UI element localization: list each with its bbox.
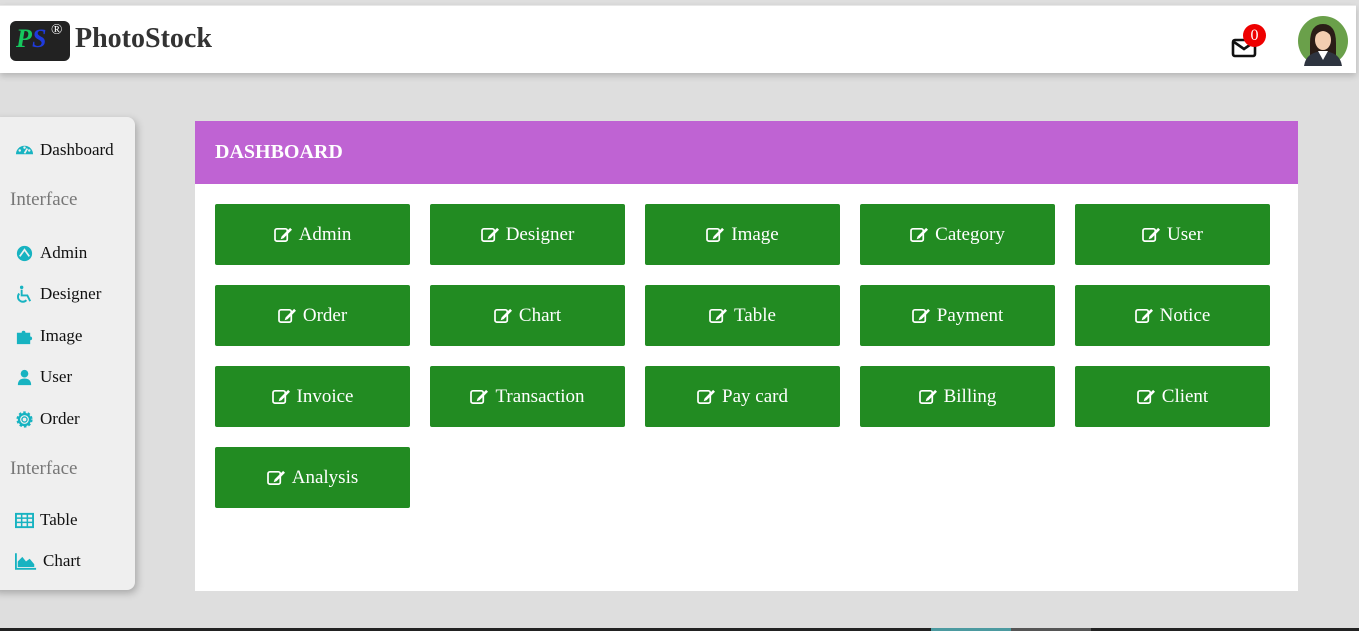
pay-card-button[interactable]: Pay card — [645, 366, 840, 427]
dashboard-panel: DASHBOARD Admin Designer Image Category User… — [195, 121, 1298, 591]
sidebar-item-label: Admin — [40, 243, 88, 262]
edit-icon — [470, 388, 489, 405]
edit-icon — [1142, 226, 1161, 243]
table-icon — [15, 512, 34, 528]
button-label: User — [1167, 223, 1203, 245]
sidebar-item-order[interactable]: Order — [15, 409, 80, 429]
edit-icon — [918, 388, 938, 405]
button-label: Chart — [518, 304, 562, 326]
sidebar-item-image[interactable]: Image — [15, 326, 82, 346]
billing-button[interactable]: Billing — [860, 366, 1055, 427]
user-icon — [17, 369, 32, 385]
notice-button[interactable]: Notice — [1075, 285, 1270, 346]
sidebar-item-dashboard[interactable]: Dashboard — [15, 140, 114, 160]
client-button[interactable]: Client — [1075, 366, 1270, 427]
button-label: Pay card — [722, 385, 788, 407]
edit-icon — [1134, 307, 1154, 324]
button-label: Billing — [943, 385, 997, 407]
page-title: DASHBOARD — [195, 121, 1298, 184]
notification-badge: 0 — [1243, 24, 1266, 47]
sidebar: Dashboard Interface Admin Designer Image… — [0, 117, 135, 590]
wheelchair-icon — [17, 285, 32, 303]
sidebar-item-table[interactable]: Table — [15, 510, 78, 530]
sidebar-item-label: Order — [40, 409, 80, 428]
sidebar-item-label: User — [40, 367, 73, 386]
sidebar-item-label: Image — [40, 326, 83, 345]
edit-icon — [480, 226, 500, 243]
chart-button[interactable]: Chart — [430, 285, 625, 346]
analysis-button[interactable]: Analysis — [215, 447, 410, 508]
sidebar-item-label: Chart — [43, 551, 81, 570]
order-button[interactable]: Order — [215, 285, 410, 346]
sidebar-item-label: Designer — [40, 284, 102, 303]
designer-button[interactable]: Designer — [430, 204, 625, 265]
edit-icon — [271, 388, 291, 405]
brand-logo[interactable]: P S ® — [10, 21, 70, 61]
transaction-button[interactable]: Transaction — [430, 366, 625, 427]
edit-icon — [706, 226, 725, 243]
button-label: Admin — [298, 223, 352, 245]
button-label: Invoice — [296, 385, 354, 407]
button-label: Notice — [1159, 304, 1211, 326]
edit-icon — [697, 388, 716, 405]
button-label: Transaction — [495, 385, 585, 407]
edit-icon — [277, 307, 297, 324]
edit-icon — [911, 307, 931, 324]
edit-icon — [494, 307, 513, 324]
edit-icon — [273, 226, 293, 243]
gear-icon — [16, 410, 33, 428]
brand-name[interactable]: PhotoStock — [75, 23, 212, 55]
top-navbar: P S ® PhotoStock 0 — [0, 5, 1356, 73]
button-label: Designer — [505, 223, 575, 245]
edit-icon — [1136, 388, 1156, 405]
edit-icon — [910, 226, 929, 243]
user-button[interactable]: User — [1075, 204, 1270, 265]
puzzle-icon — [16, 330, 33, 344]
sidebar-item-admin[interactable]: Admin — [15, 243, 87, 263]
image-button[interactable]: Image — [645, 204, 840, 265]
user-circle-icon — [16, 245, 33, 261]
button-label: Image — [731, 223, 779, 245]
payment-button[interactable]: Payment — [860, 285, 1055, 346]
sidebar-section-heading: Interface — [10, 458, 78, 479]
invoice-button[interactable]: Invoice — [215, 366, 410, 427]
dashboard-button-grid: Admin Designer Image Category User Order Chart… — [215, 204, 1275, 508]
button-label: Analysis — [291, 466, 359, 488]
admin-button[interactable]: Admin — [215, 204, 410, 265]
sidebar-item-designer[interactable]: Designer — [15, 284, 101, 304]
button-label: Payment — [936, 304, 1004, 326]
button-label: Order — [302, 304, 348, 326]
logo-letter-p: P — [16, 24, 32, 53]
sidebar-item-user[interactable]: User — [15, 367, 72, 387]
sidebar-item-label: Dashboard — [40, 140, 114, 159]
user-avatar[interactable] — [1298, 16, 1348, 66]
table-button[interactable]: Table — [645, 285, 840, 346]
edit-icon — [709, 307, 728, 324]
sidebar-item-label: Table — [40, 510, 78, 529]
button-label: Client — [1161, 385, 1209, 407]
sidebar-item-chart[interactable]: Chart — [15, 551, 81, 571]
sidebar-section-heading: Interface — [10, 189, 78, 210]
dashboard-icon — [15, 145, 34, 154]
logo-letter-s: S — [32, 24, 47, 53]
button-label: Table — [734, 304, 776, 326]
edit-icon — [266, 469, 286, 486]
button-label: Category — [935, 223, 1005, 245]
area-chart-icon — [15, 552, 37, 570]
category-button[interactable]: Category — [860, 204, 1055, 265]
logo-registered-mark: ® — [51, 22, 63, 38]
